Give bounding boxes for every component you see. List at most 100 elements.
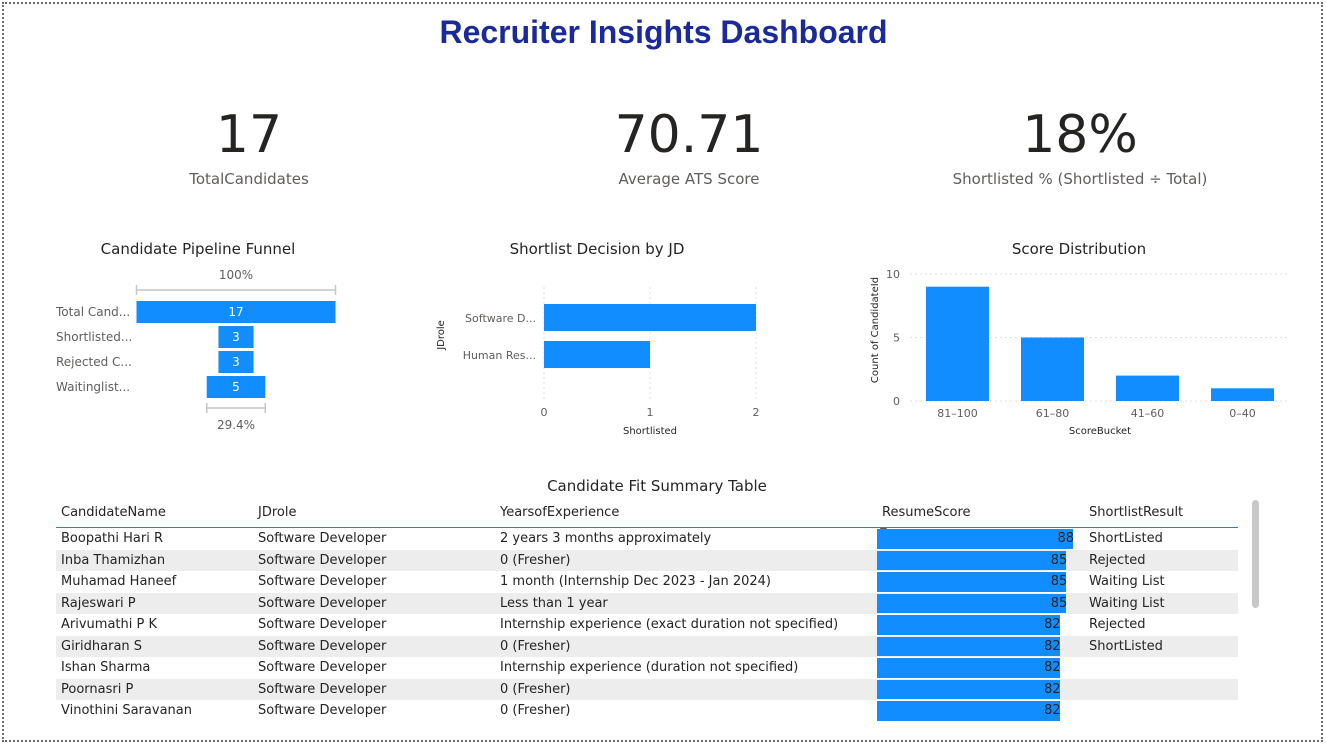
- jdrole-cell: Software Developer: [253, 592, 495, 614]
- score-bar: [1211, 388, 1274, 401]
- score-distribution-chart[interactable]: 0 5 10 81–100 61–80 41–60 0–40 ScoreBucket Count…: [862, 262, 1302, 447]
- column-header-resume-score[interactable]: ResumeScore▼: [877, 500, 1084, 537]
- funnel-bar-value: 17: [228, 305, 243, 319]
- resume-score-value: 82: [1044, 681, 1061, 697]
- candidate-name-cell: Muhamad Haneef: [61, 574, 177, 590]
- funnel-category-label: Shortlisted...: [56, 330, 132, 344]
- shortlist-result-cell: ShortListed: [1084, 635, 1238, 657]
- column-header-experience[interactable]: YearsofExperience: [495, 500, 877, 528]
- table-scrollbar[interactable]: [1252, 500, 1259, 608]
- funnel-bar-value: 5: [232, 380, 240, 394]
- resume-score-value: 82: [1044, 703, 1061, 718]
- shortlist-result-cell: [1084, 678, 1238, 700]
- resume-score-cell: 82: [877, 700, 1084, 722]
- experience-cell: Less than 1 year: [495, 592, 877, 614]
- score-bar: [1116, 375, 1179, 401]
- candidate-name-cell: Vinothini Saravanan: [61, 703, 192, 719]
- resume-score-value: 82: [1044, 660, 1061, 675]
- kpi-label: Average ATS Score: [618, 170, 760, 188]
- kpi-label: TotalCandidates: [189, 170, 309, 188]
- resume-score-bar: [877, 636, 1060, 656]
- experience-cell: 0 (Fresher): [495, 635, 877, 657]
- candidate-name-cell: Rajeswari P: [56, 592, 253, 614]
- resume-score-cell: 85: [877, 571, 1084, 593]
- resume-score-bar: [877, 593, 1067, 613]
- funnel-category-label: Rejected C...: [56, 355, 132, 369]
- y-category-label: Software D...: [465, 312, 536, 325]
- resume-score-cell: 88: [877, 528, 1084, 550]
- table-row[interactable]: Poornasri P Software Developer 0 (Fresher)…: [56, 678, 1238, 700]
- shortlist-chart-title: Shortlist Decision by JD: [509, 240, 685, 258]
- x-tick-label: 1: [647, 406, 654, 419]
- funnel-bar-value: 3: [232, 330, 240, 344]
- resume-score-cell: 82: [877, 678, 1084, 700]
- column-header-candidate-name[interactable]: CandidateName: [56, 500, 253, 528]
- table-row[interactable]: Muhamad Haneef Software Developer 1 month …: [56, 571, 1238, 593]
- resume-score-bar: [877, 572, 1067, 592]
- experience-cell: Internship experience (duration not spec…: [500, 660, 799, 676]
- shortlist-result-cell: Waiting List: [1084, 592, 1238, 614]
- funnel-category-label: Total Cand...: [55, 305, 130, 319]
- y-category-label: Human Res...: [463, 349, 536, 362]
- table-row[interactable]: Arivumathi P K Software Developer Internsh…: [56, 614, 1238, 636]
- x-tick-label: 61–80: [1036, 407, 1070, 420]
- x-tick-label: 41–60: [1131, 407, 1165, 420]
- kpi-label: Shortlisted % (Shortlisted ÷ Total): [952, 170, 1208, 188]
- x-axis-title: ScoreBucket: [1069, 426, 1131, 437]
- funnel-category-label: Waitinglist...: [56, 380, 130, 394]
- resume-score-cell: 85: [877, 549, 1084, 571]
- resume-score-cell: 85: [877, 592, 1084, 614]
- jdrole-cell: Software Developer: [258, 574, 387, 590]
- column-header-label: ResumeScore: [882, 504, 971, 520]
- table-header-row: CandidateName JDrole YearsofExperience R…: [56, 500, 1238, 537]
- resume-score-bar: [877, 550, 1067, 570]
- shortlist-result-cell: ShortListed: [1089, 531, 1163, 547]
- shortlist-result-cell: [1084, 657, 1238, 679]
- resume-score-value: 85: [1050, 595, 1068, 611]
- jdrole-cell: Software Developer: [258, 531, 387, 547]
- page-title: Recruiter Insights Dashboard: [439, 14, 888, 50]
- jdrole-cell: Software Developer: [253, 549, 495, 571]
- experience-cell: 0 (Fresher): [500, 703, 571, 719]
- experience-cell: 2 years 3 months approximately: [500, 531, 712, 547]
- jdrole-cell: Software Developer: [258, 703, 387, 719]
- table-row[interactable]: Rajeswari P Software Developer Less than 1…: [56, 592, 1238, 614]
- score-bar: [1021, 337, 1084, 401]
- x-tick-label: 2: [753, 406, 760, 419]
- candidate-fit-table[interactable]: CandidateName JDrole YearsofExperience R…: [56, 500, 1238, 722]
- jdrole-cell: Software Developer: [258, 617, 387, 633]
- x-tick-label: 0: [541, 406, 548, 419]
- table-row[interactable]: Boopathi Hari R Software Developer 2 years…: [56, 528, 1238, 550]
- jd-bar: [544, 341, 650, 368]
- experience-cell: Internship experience (exact duration no…: [500, 617, 839, 633]
- resume-score-bar: [877, 615, 1060, 635]
- table-row[interactable]: Giridharan S Software Developer 0 (Fresher…: [56, 635, 1238, 657]
- kpi-shortlisted-percent[interactable]: 18% Shortlisted % (Shortlisted ÷ Total): [930, 100, 1230, 188]
- column-header-jdrole[interactable]: JDrole: [253, 500, 495, 528]
- shortlist-result-cell: Waiting List: [1089, 574, 1165, 590]
- table-row[interactable]: Inba Thamizhan Software Developer 0 (Fresh…: [56, 549, 1238, 571]
- funnel-title: Candidate Pipeline Funnel: [100, 240, 296, 258]
- table-row[interactable]: Ishan Sharma Software Developer Internship…: [56, 657, 1238, 679]
- shortlist-decision-chart[interactable]: 0 1 2 Software D... Human Res... Shortlisted J…: [430, 262, 780, 447]
- table-row[interactable]: Vinothini Saravanan Software Developer 0 (…: [56, 700, 1238, 722]
- kpi-value: 17: [215, 105, 283, 165]
- resume-score-value: 82: [1044, 617, 1061, 632]
- shortlist-result-cell: Rejected: [1089, 617, 1146, 633]
- column-header-shortlist-result[interactable]: ShortlistResult: [1084, 500, 1238, 528]
- resume-score-bar: [877, 701, 1060, 721]
- y-tick-label: 5: [893, 332, 900, 345]
- jdrole-cell: Software Developer: [253, 678, 495, 700]
- y-axis-title: Count of CandidateId: [870, 277, 881, 383]
- kpi-value: 18%: [1022, 105, 1138, 165]
- resume-score-value: 88: [1057, 531, 1074, 546]
- y-tick-label: 0: [893, 395, 900, 408]
- score-bar: [926, 286, 989, 401]
- kpi-average-ats-score[interactable]: 70.71 Average ATS Score: [539, 100, 839, 188]
- y-axis-title: JDrole: [436, 320, 447, 351]
- kpi-total-candidates[interactable]: 17 TotalCandidates: [99, 100, 399, 188]
- jdrole-cell: Software Developer: [258, 660, 387, 676]
- resume-score-bar: [877, 679, 1060, 699]
- funnel-top-label: 100%: [219, 268, 253, 282]
- candidate-pipeline-funnel[interactable]: 100% 17 Total Cand... 3 Shortlisted... 3 Rejec…: [48, 262, 358, 442]
